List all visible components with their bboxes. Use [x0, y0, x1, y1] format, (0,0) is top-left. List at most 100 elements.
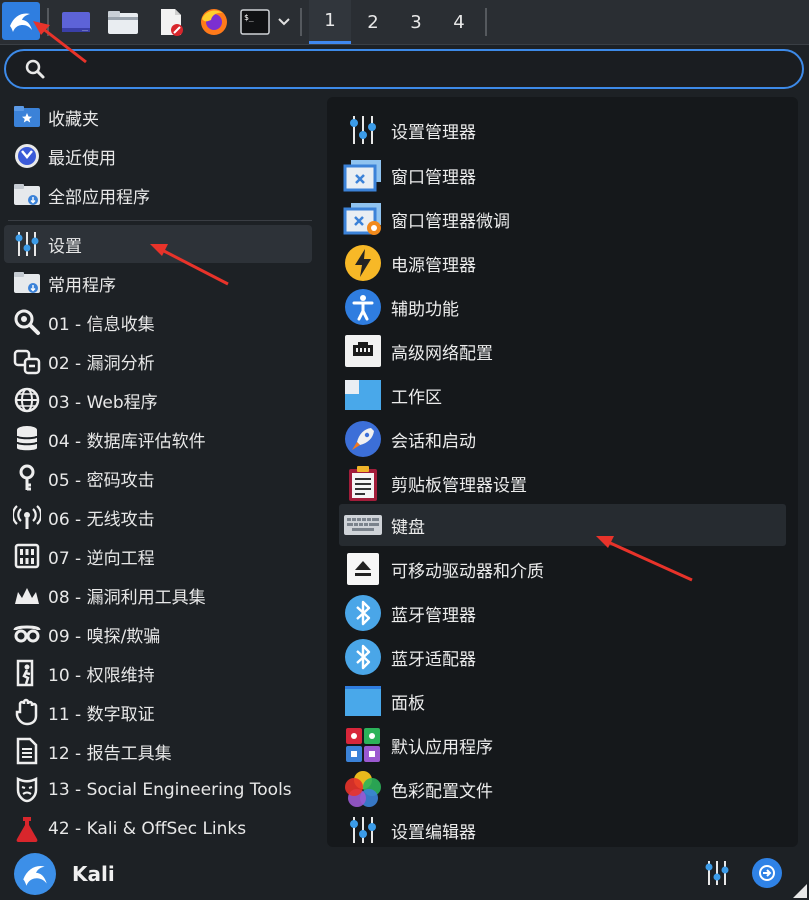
category-information-gathering[interactable]: 01 - 信息收集 [4, 303, 312, 341]
apps-panel: 设置管理器 窗口管理器 窗口管理器微调 电源管理器 辅助功能 高级网络配置 工作… [327, 97, 798, 847]
category-web-apps[interactable]: 03 - Web程序 [4, 381, 312, 419]
category-vulnerability-analysis[interactable]: 02 - 漏洞分析 [4, 342, 312, 380]
category-usual-apps[interactable]: 常用程序 [4, 264, 312, 302]
category-settings[interactable]: 设置 [4, 225, 312, 263]
bluetooth-adapter-icon [343, 637, 383, 677]
app-label: 蓝牙适配器 [391, 649, 476, 670]
panel-separator [47, 8, 49, 36]
app-label: 电源管理器 [391, 255, 476, 276]
app-label: 辅助功能 [391, 299, 459, 320]
category-label: 收藏夹 [48, 109, 99, 130]
search-bar [4, 49, 804, 89]
category-favorites[interactable]: 收藏夹 [4, 98, 312, 136]
category-recent[interactable]: 最近使用 [4, 137, 312, 175]
exploitation-icon [12, 580, 42, 610]
app-removable-drives[interactable]: 可移动驱动器和介质 [339, 548, 786, 590]
app-label: 键盘 [391, 517, 425, 538]
category-label: 05 - 密码攻击 [48, 470, 155, 491]
category-kali-links[interactable]: 42 - Kali & OffSec Links [4, 810, 312, 848]
panel-separator [300, 8, 302, 36]
open-settings-button[interactable] [702, 858, 732, 888]
category-label: 06 - 无线攻击 [48, 509, 155, 530]
folder-icon [108, 11, 138, 34]
database-icon [12, 424, 42, 454]
app-session-startup[interactable]: 会话和启动 [339, 418, 786, 460]
kali-dragon-icon [10, 13, 32, 32]
power-manager-icon [343, 243, 383, 283]
desktop-icon: … [62, 12, 90, 33]
search-input[interactable] [54, 59, 802, 79]
category-label: 10 - 权限维持 [48, 665, 155, 686]
app-bluetooth-manager[interactable]: 蓝牙管理器 [339, 592, 786, 634]
app-color-profiles[interactable]: 色彩配置文件 [339, 768, 786, 810]
kali-dragon-icon [23, 866, 47, 886]
category-all-apps[interactable]: 全部应用程序 [4, 176, 312, 214]
app-label: 面板 [391, 693, 425, 714]
text-editor-button[interactable] [154, 4, 188, 40]
settings-editor-icon [343, 810, 383, 847]
category-reverse-engineering[interactable]: 07 - 逆向工程 [4, 537, 312, 575]
app-label: 会话和启动 [391, 431, 476, 452]
workspace-2-button[interactable]: 2 [352, 0, 394, 44]
resize-grip-icon[interactable] [793, 884, 807, 898]
app-bluetooth-adapter[interactable]: 蓝牙适配器 [339, 636, 786, 678]
category-label: 02 - 漏洞分析 [48, 353, 155, 374]
category-wireless-attacks[interactable]: 06 - 无线攻击 [4, 498, 312, 536]
terminal-button[interactable]: $_ [238, 4, 272, 40]
password-icon [12, 463, 42, 493]
avatar [14, 853, 56, 895]
category-database[interactable]: 04 - 数据库评估软件 [4, 420, 312, 458]
app-window-manager-tweaks[interactable]: 窗口管理器微调 [339, 198, 786, 240]
show-desktop-button[interactable]: … [58, 4, 94, 40]
panel-separator [485, 8, 487, 36]
category-exploitation-tools[interactable]: 08 - 漏洞利用工具集 [4, 576, 312, 614]
window-manager-icon [343, 155, 383, 195]
app-label: 设置管理器 [391, 122, 476, 143]
logout-button[interactable] [752, 858, 782, 888]
reverse-engineering-icon [12, 541, 42, 571]
removable-drives-icon [343, 549, 383, 589]
app-settings-editor[interactable]: 设置编辑器 [339, 809, 786, 847]
app-label: 工作区 [391, 387, 442, 408]
app-workspaces[interactable]: 工作区 [339, 374, 786, 416]
app-clipboard-settings[interactable]: 剪贴板管理器设置 [339, 462, 786, 504]
wireless-icon [12, 502, 42, 532]
firefox-button[interactable] [196, 4, 232, 40]
app-advanced-network[interactable]: 高级网络配置 [339, 330, 786, 372]
firefox-icon [201, 9, 227, 35]
category-reporting-tools[interactable]: 12 - 报告工具集 [4, 732, 312, 770]
app-keyboard[interactable]: 键盘 [339, 504, 786, 546]
app-panel[interactable]: 面板 [339, 680, 786, 722]
app-default-applications[interactable]: 默认应用程序 [339, 724, 786, 766]
category-forensics[interactable]: 11 - 数字取证 [4, 693, 312, 731]
category-label: 常用程序 [48, 275, 116, 296]
default-apps-icon [343, 725, 383, 765]
app-window-manager[interactable]: 窗口管理器 [339, 154, 786, 196]
category-label: 08 - 漏洞利用工具集 [48, 587, 206, 608]
all-apps-icon [12, 180, 42, 210]
app-label: 剪贴板管理器设置 [391, 475, 527, 496]
kali-menu-button[interactable] [2, 2, 40, 40]
forensics-icon [12, 697, 42, 727]
search-icon [25, 59, 45, 79]
recent-icon [12, 141, 42, 171]
file-manager-button[interactable] [104, 4, 142, 40]
app-power-manager[interactable]: 电源管理器 [339, 242, 786, 284]
category-label: 42 - Kali & OffSec Links [48, 819, 247, 839]
sniffing-icon [12, 619, 42, 649]
app-accessibility[interactable]: 辅助功能 [339, 286, 786, 328]
web-apps-icon [12, 385, 42, 415]
terminal-dropdown-button[interactable] [274, 4, 294, 40]
settings-icon [12, 229, 42, 259]
workspace-4-button[interactable]: 4 [438, 0, 480, 44]
user-bar: Kali [0, 848, 809, 900]
app-settings-manager[interactable]: 设置管理器 [339, 109, 786, 151]
top-panel: … $_ 1 2 3 4 [0, 0, 809, 45]
category-label: 设置 [48, 236, 82, 257]
category-password-attacks[interactable]: 05 - 密码攻击 [4, 459, 312, 497]
category-sniffing-spoofing[interactable]: 09 - 嗅探/欺骗 [4, 615, 312, 653]
workspace-1-button[interactable]: 1 [309, 0, 351, 44]
category-social-engineering[interactable]: 13 - Social Engineering Tools [4, 771, 312, 809]
workspace-3-button[interactable]: 3 [395, 0, 437, 44]
category-post-exploitation[interactable]: 10 - 权限维持 [4, 654, 312, 692]
